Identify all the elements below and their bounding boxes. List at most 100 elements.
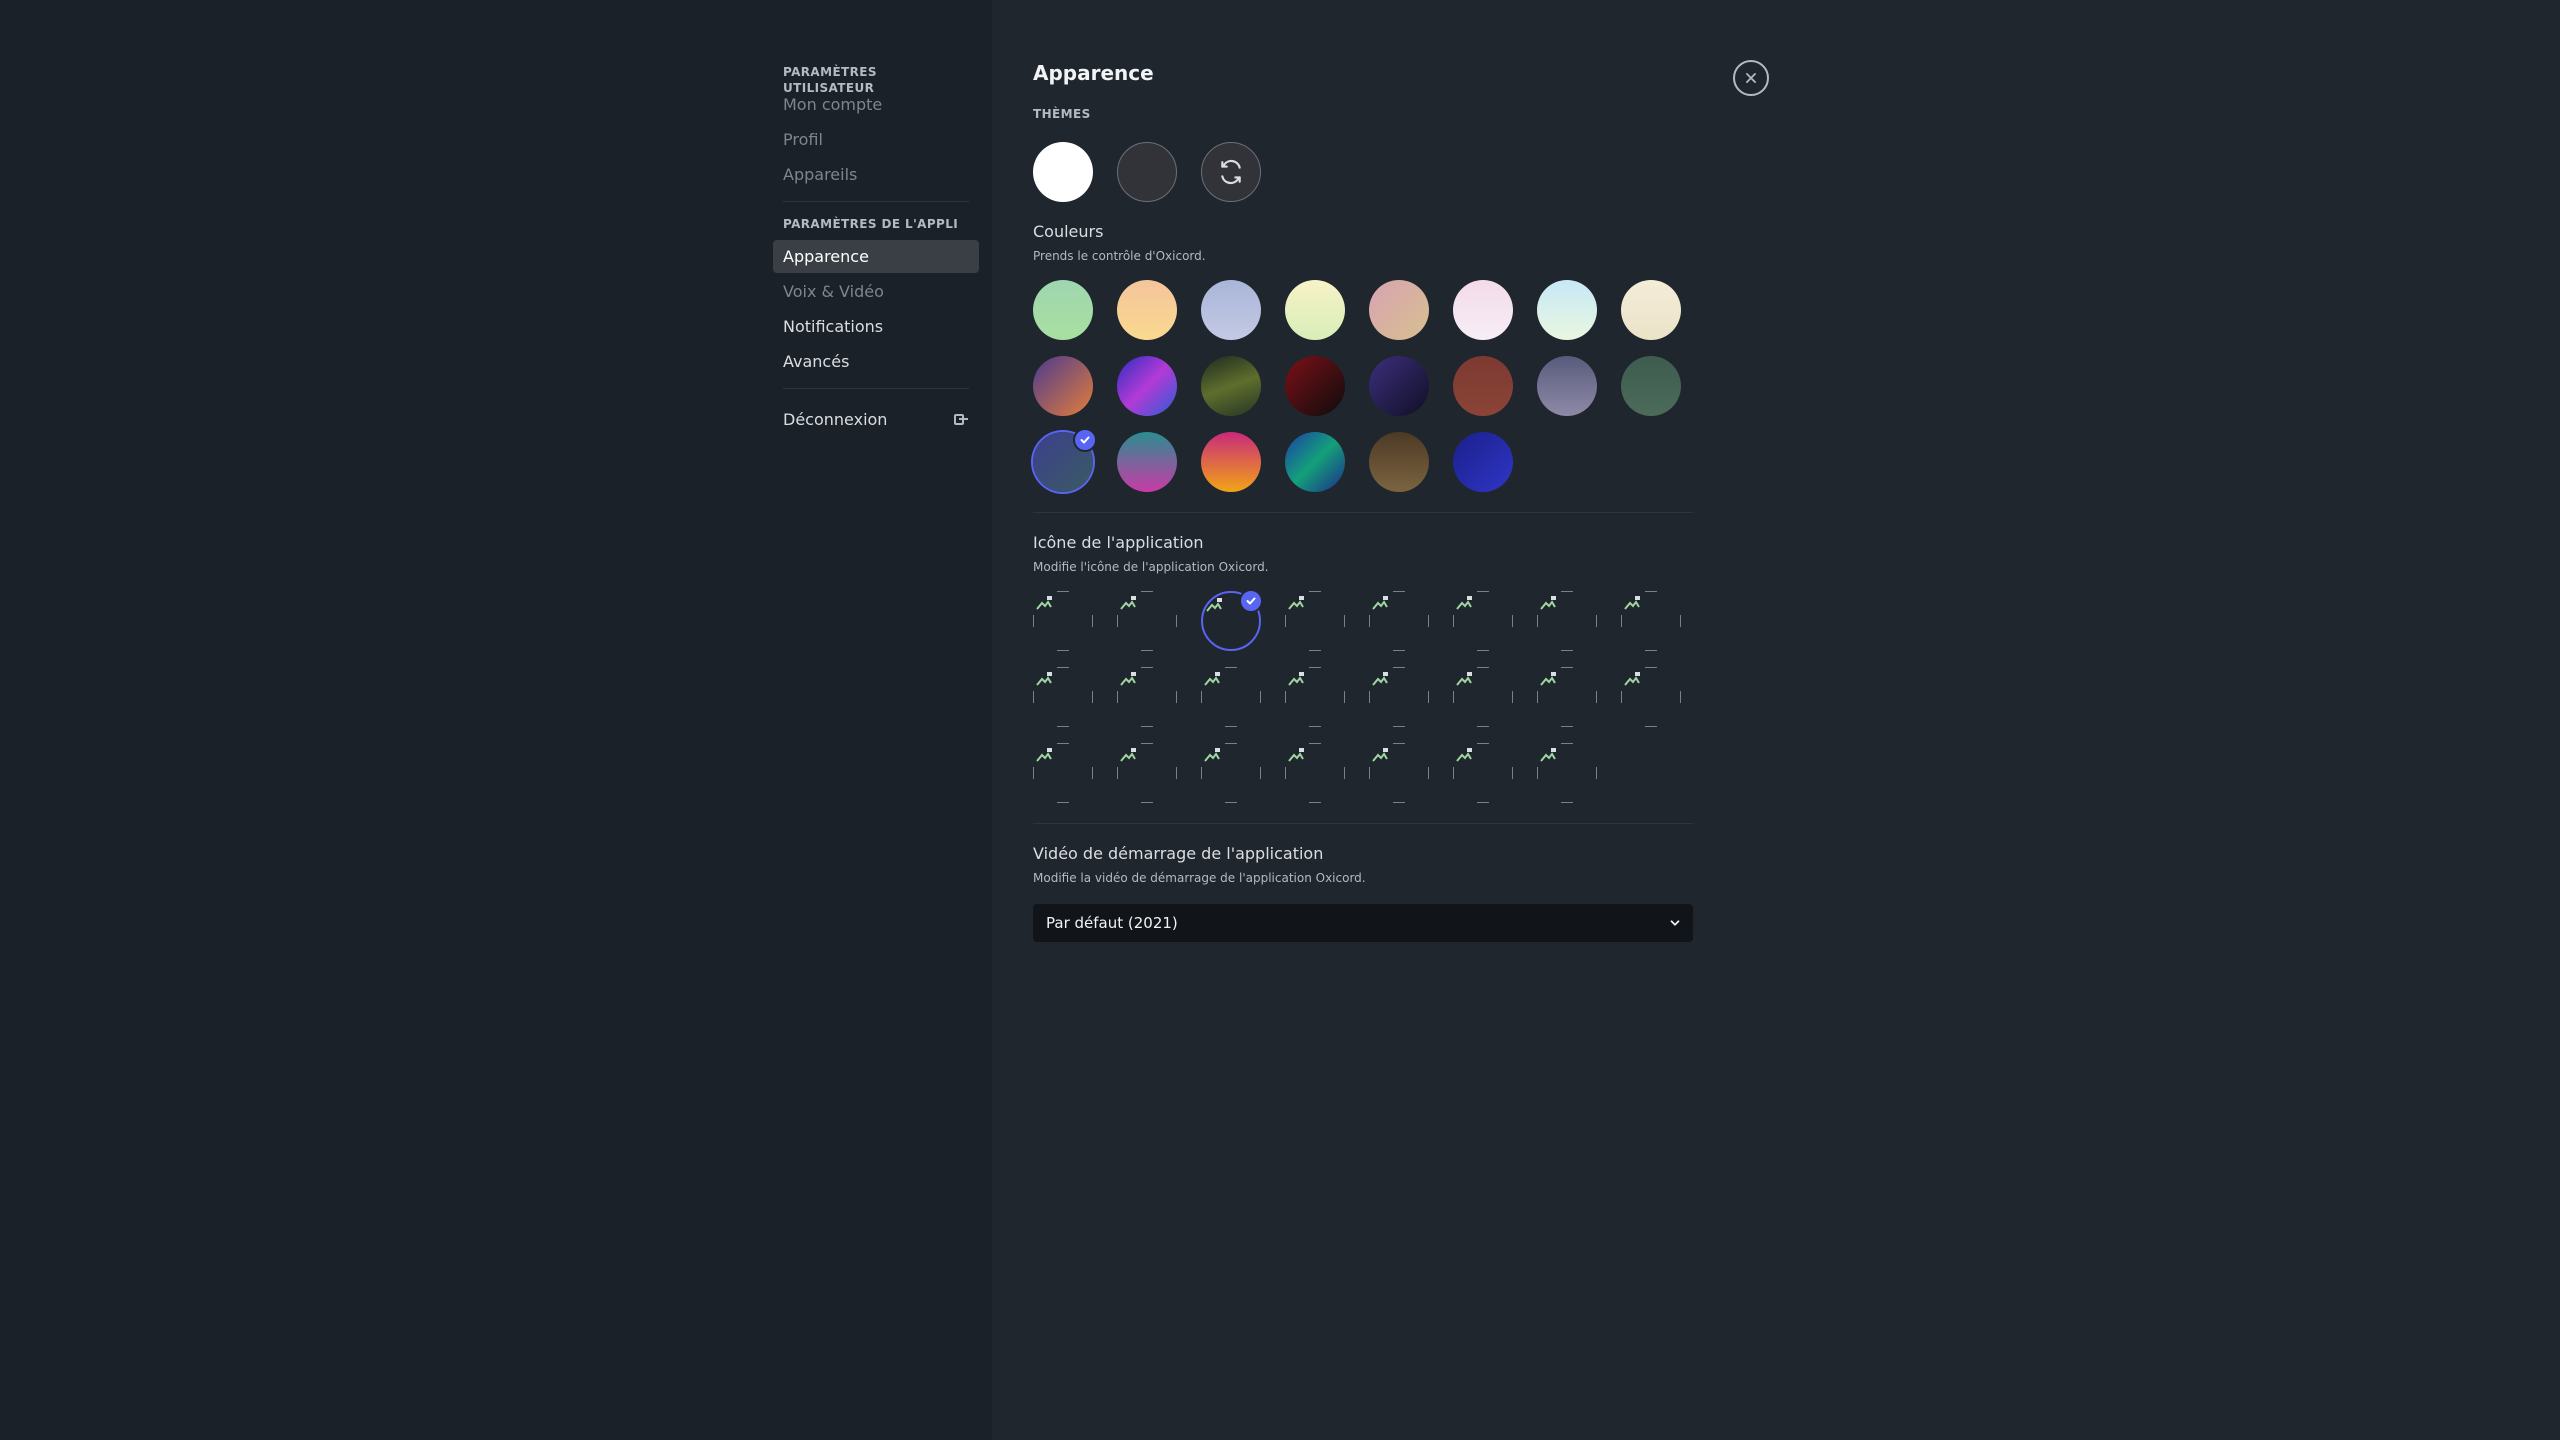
broken-image-icon xyxy=(1539,595,1557,615)
broken-image-icon xyxy=(1205,597,1223,617)
app-icon-subtitle: Modifie l'icône de l'application Oxicord… xyxy=(1033,560,1269,574)
color-swatch[interactable] xyxy=(1453,280,1513,340)
sync-theme-button[interactable] xyxy=(1201,142,1261,202)
color-swatch[interactable] xyxy=(1453,432,1513,492)
color-swatch[interactable] xyxy=(1285,432,1345,492)
color-swatch[interactable] xyxy=(1369,356,1429,416)
sidebar-divider xyxy=(783,388,969,389)
app-icon-option[interactable] xyxy=(1453,591,1513,651)
broken-image-icon xyxy=(1287,671,1305,691)
startup-video-subtitle: Modifie la vidéo de démarrage de l'appli… xyxy=(1033,871,1366,885)
color-swatch-grid xyxy=(1033,280,1693,492)
color-swatch[interactable] xyxy=(1117,356,1177,416)
close-button[interactable] xyxy=(1733,60,1769,96)
broken-image-icon xyxy=(1287,747,1305,767)
app-icon-option[interactable] xyxy=(1117,667,1177,727)
app-icon-option[interactable] xyxy=(1537,591,1597,651)
color-swatch[interactable] xyxy=(1117,432,1177,492)
color-swatch[interactable] xyxy=(1201,280,1261,340)
sidebar-item-label: Avancés xyxy=(783,352,850,371)
sidebar-item-mon-compte[interactable]: Mon compte xyxy=(773,88,979,121)
settings-sidebar: PARAMÈTRES UTILISATEUR Mon compte Profil… xyxy=(773,0,979,1440)
broken-image-icon xyxy=(1539,671,1557,691)
sidebar-item-label: Apparence xyxy=(783,247,869,266)
colors-subtitle: Prends le contrôle d'Oxicord. xyxy=(1033,249,1206,263)
logout-button[interactable]: Déconnexion xyxy=(773,403,979,436)
sidebar-item-notifications[interactable]: Notifications xyxy=(773,310,979,343)
broken-image-icon xyxy=(1203,747,1221,767)
color-swatch[interactable] xyxy=(1285,280,1345,340)
appearance-panel: Apparence THÈMES Couleurs Prends le cont… xyxy=(1033,60,1693,942)
startup-video-select[interactable]: Par défaut (2021) xyxy=(1033,904,1693,942)
sidebar-item-avances[interactable]: Avancés xyxy=(773,345,979,378)
color-swatch[interactable] xyxy=(1369,432,1429,492)
app-settings-header: PARAMÈTRES DE L'APPLI xyxy=(783,217,959,231)
color-swatch[interactable] xyxy=(1285,356,1345,416)
sidebar-divider xyxy=(783,201,969,202)
app-icon-option[interactable] xyxy=(1369,743,1429,803)
color-swatch[interactable] xyxy=(1621,356,1681,416)
color-swatch[interactable] xyxy=(1033,356,1093,416)
app-icon-title: Icône de l'application xyxy=(1033,533,1204,552)
color-swatch[interactable] xyxy=(1537,356,1597,416)
app-icon-option[interactable] xyxy=(1621,667,1681,727)
broken-image-icon xyxy=(1119,671,1137,691)
app-icon-option[interactable] xyxy=(1621,591,1681,651)
app-icon-option[interactable] xyxy=(1117,591,1177,651)
app-icon-grid xyxy=(1033,589,1693,803)
app-icon-option[interactable] xyxy=(1537,667,1597,727)
broken-image-icon xyxy=(1623,671,1641,691)
app-icon-option[interactable] xyxy=(1285,743,1345,803)
app-icon-option[interactable] xyxy=(1369,667,1429,727)
sidebar-item-label: Notifications xyxy=(783,317,884,336)
settings-content: Apparence THÈMES Couleurs Prends le cont… xyxy=(992,0,2560,1440)
section-divider xyxy=(1033,512,1693,513)
broken-image-icon xyxy=(1455,595,1473,615)
app-icon-option[interactable] xyxy=(1117,743,1177,803)
app-icon-option[interactable] xyxy=(1285,667,1345,727)
color-swatch[interactable] xyxy=(1201,356,1261,416)
app-icon-option[interactable] xyxy=(1369,591,1429,651)
theme-options xyxy=(1033,142,1693,202)
sidebar-item-appareils[interactable]: Appareils xyxy=(773,158,979,191)
app-icon-option[interactable] xyxy=(1453,667,1513,727)
startup-video-title: Vidéo de démarrage de l'application xyxy=(1033,844,1324,863)
color-swatch[interactable] xyxy=(1537,280,1597,340)
logout-label: Déconnexion xyxy=(783,410,888,429)
color-swatch[interactable] xyxy=(1117,280,1177,340)
user-settings-header: PARAMÈTRES UTILISATEUR xyxy=(783,65,877,95)
app-icon-option[interactable] xyxy=(1453,743,1513,803)
app-icon-option[interactable] xyxy=(1201,743,1261,803)
chevron-down-icon xyxy=(1670,920,1680,926)
color-swatch[interactable] xyxy=(1033,280,1093,340)
startup-video-selected-value: Par défaut (2021) xyxy=(1046,914,1178,932)
sidebar-item-profil[interactable]: Profil xyxy=(773,123,979,156)
logout-icon xyxy=(953,412,969,428)
color-swatch[interactable] xyxy=(1453,356,1513,416)
broken-image-icon xyxy=(1371,595,1389,615)
color-swatch[interactable] xyxy=(1033,428,1097,492)
light-theme-button[interactable] xyxy=(1033,142,1093,202)
app-icon-option[interactable] xyxy=(1285,591,1345,651)
color-swatch[interactable] xyxy=(1201,432,1261,492)
app-icon-option[interactable] xyxy=(1033,743,1093,803)
color-swatch[interactable] xyxy=(1621,280,1681,340)
broken-image-icon xyxy=(1035,747,1053,767)
broken-image-icon xyxy=(1035,671,1053,691)
app-icon-option[interactable] xyxy=(1033,591,1093,651)
sidebar-item-label: Profil xyxy=(783,130,823,149)
dark-theme-button[interactable] xyxy=(1117,142,1177,202)
sidebar-item-apparence[interactable]: Apparence xyxy=(773,240,979,273)
broken-image-icon xyxy=(1119,595,1137,615)
broken-image-icon xyxy=(1371,671,1389,691)
app-icon-option[interactable] xyxy=(1537,743,1597,803)
check-icon xyxy=(1073,428,1097,452)
app-icon-option[interactable] xyxy=(1201,589,1263,651)
broken-image-icon xyxy=(1035,595,1053,615)
close-icon xyxy=(1746,73,1756,83)
broken-image-icon xyxy=(1623,595,1641,615)
color-swatch[interactable] xyxy=(1369,280,1429,340)
app-icon-option[interactable] xyxy=(1201,667,1261,727)
app-icon-option[interactable] xyxy=(1033,667,1093,727)
sidebar-item-voix-video[interactable]: Voix & Vidéo xyxy=(773,275,979,308)
